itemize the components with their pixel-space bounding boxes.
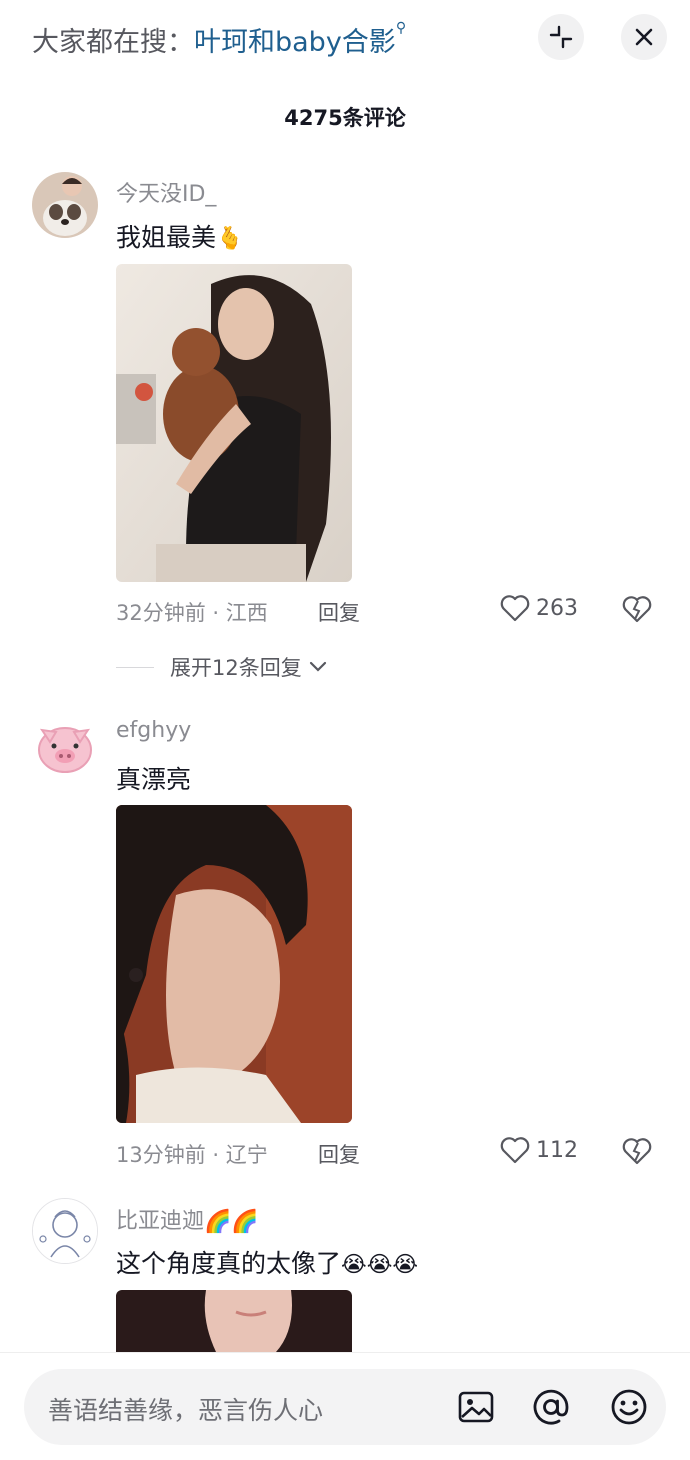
comment-text-body: 我姐最美 bbox=[116, 223, 217, 252]
comment-photo[interactable] bbox=[116, 264, 352, 582]
crying-emoji: 😭😭😭 bbox=[341, 1252, 419, 1278]
like-button[interactable]: 112 bbox=[500, 1136, 578, 1164]
mention-icon bbox=[533, 1389, 569, 1425]
comment-photo[interactable] bbox=[116, 805, 352, 1123]
dislike-icon bbox=[622, 1138, 652, 1165]
comment-meta: 13分钟前 · 辽宁 bbox=[116, 1143, 268, 1167]
close-button[interactable] bbox=[621, 14, 667, 60]
finger-heart-emoji: 🫰 bbox=[216, 226, 244, 252]
image-button[interactable] bbox=[454, 1385, 498, 1429]
comment-input-bar: 善语结善缘，恶言伤人心 bbox=[0, 1352, 690, 1460]
reply-button[interactable]: 回复 bbox=[318, 1139, 360, 1169]
dislike-button[interactable] bbox=[622, 595, 652, 627]
mention-button[interactable] bbox=[529, 1385, 573, 1429]
heart-icon bbox=[500, 1137, 530, 1164]
emoji-icon bbox=[611, 1389, 647, 1425]
dislike-icon bbox=[622, 596, 652, 623]
heart-icon bbox=[500, 595, 530, 622]
avatar[interactable] bbox=[32, 714, 98, 780]
comment-username[interactable]: 今天没ID_ bbox=[116, 176, 216, 208]
rainbow-emoji: 🌈🌈 bbox=[204, 1209, 259, 1235]
image-icon bbox=[458, 1391, 494, 1423]
search-term-link[interactable]: 叶珂和baby合影 bbox=[194, 27, 396, 58]
search-icon: ⚲ bbox=[395, 20, 407, 36]
avatar[interactable] bbox=[32, 172, 98, 238]
comment-text: 真漂亮 bbox=[116, 765, 192, 794]
emoji-button[interactable] bbox=[607, 1385, 651, 1429]
minimize-button[interactable] bbox=[538, 14, 584, 60]
avatar[interactable] bbox=[32, 1198, 98, 1264]
comment-text-body: 这个角度真的太像了 bbox=[116, 1249, 342, 1278]
comment-text: 我姐最美🫰 bbox=[116, 218, 243, 254]
like-count: 112 bbox=[536, 1137, 578, 1163]
expand-replies-button[interactable]: 展开12条回复 bbox=[116, 652, 328, 682]
comment-meta: 32分钟前 · 江西 bbox=[116, 601, 268, 625]
comment-username: 比亚迪迦🌈🌈 bbox=[116, 1203, 259, 1235]
comment-input[interactable]: 善语结善缘，恶言伤人心 bbox=[24, 1369, 666, 1445]
comment-username[interactable]: efghyy bbox=[116, 718, 191, 743]
chevron-down-icon bbox=[309, 661, 326, 672]
username-text[interactable]: 比亚迪迦 bbox=[116, 1209, 204, 1234]
minimize-icon bbox=[549, 25, 573, 49]
comments-count-title: 4275条评论 bbox=[284, 106, 406, 130]
like-count: 263 bbox=[536, 595, 578, 621]
reply-button[interactable]: 回复 bbox=[318, 597, 360, 627]
search-suggestion[interactable]: 大家都在搜：叶珂和baby合影⚲ bbox=[32, 20, 406, 59]
close-icon bbox=[635, 28, 653, 46]
comment-text: 这个角度真的太像了😭😭😭 bbox=[116, 1244, 418, 1280]
search-prefix: 大家都在搜： bbox=[32, 27, 194, 58]
expand-replies-label: 展开12条回复 bbox=[170, 656, 302, 680]
like-button[interactable]: 263 bbox=[500, 594, 578, 622]
input-placeholder: 善语结善缘，恶言伤人心 bbox=[48, 1396, 324, 1425]
dislike-button[interactable] bbox=[622, 1137, 652, 1169]
divider-line bbox=[116, 666, 154, 668]
top-bar: 大家都在搜：叶珂和baby合影⚲ bbox=[0, 0, 690, 80]
comment-photo[interactable] bbox=[116, 1290, 352, 1352]
